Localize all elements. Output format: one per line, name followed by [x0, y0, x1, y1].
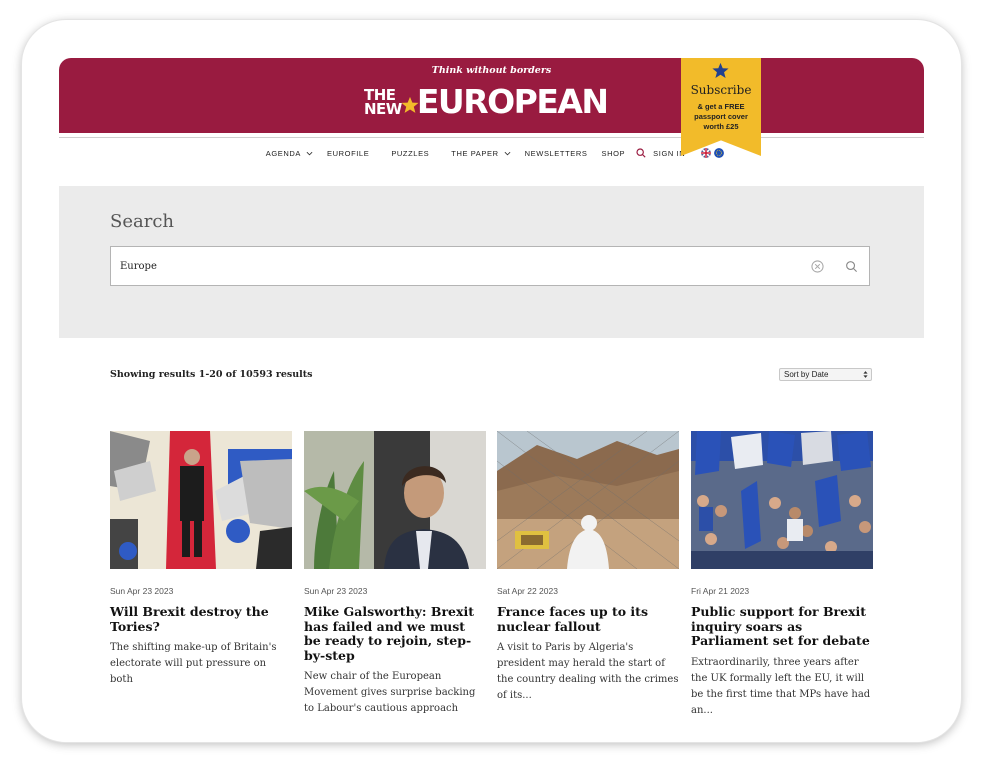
- search-heading: Search: [110, 211, 174, 232]
- article-summary: The shifting make-up of Britain's electo…: [110, 642, 277, 685]
- nav-label: EUROFILE: [327, 148, 370, 158]
- search-section: Search: [59, 186, 924, 338]
- logo-european: EUROPEAN: [416, 82, 609, 121]
- article-date: Sun Apr 23 2023: [110, 586, 174, 596]
- star-icon: [712, 62, 729, 78]
- nav-label: AGENDA: [265, 148, 301, 158]
- select-arrows-icon: [863, 371, 868, 378]
- website: Think without borders THE NEW EUROPEAN S…: [59, 58, 924, 742]
- nav-item-agenda[interactable]: AGENDA: [266, 149, 313, 158]
- eu-flag-icon[interactable]: [714, 148, 725, 158]
- subscribe-banner[interactable]: Subscribe & get a FREE passport cover wo…: [681, 58, 761, 156]
- nav-item-shop[interactable]: SHOP: [602, 149, 626, 158]
- article-image[interactable]: [691, 431, 873, 569]
- article-image[interactable]: [304, 431, 486, 569]
- main-nav: AGENDA EUROFILE PUZZLES THE PAPER NEWSLE…: [59, 146, 924, 160]
- site-header: Think without borders THE NEW EUROPEAN: [59, 58, 924, 133]
- sort-select[interactable]: Sort by Date: [779, 368, 872, 381]
- sort-label: Sort by Date: [784, 370, 829, 379]
- subscribe-offer-line: passport cover: [694, 112, 748, 121]
- nav-label: THE PAPER: [451, 148, 499, 158]
- nav-item-newsletters[interactable]: NEWSLETTERS: [525, 149, 588, 158]
- subscribe-offer: & get a FREE passport cover worth £25: [685, 102, 757, 132]
- article-summary: A visit to Paris by Algeria's president …: [497, 642, 679, 701]
- article-date: Fri Apr 21 2023: [691, 586, 750, 596]
- language-switcher[interactable]: [698, 148, 725, 158]
- article-card[interactable]: Sat Apr 22 2023 France faces up to its n…: [497, 431, 679, 704]
- site-logo[interactable]: THE NEW EUROPEAN: [364, 82, 609, 121]
- search-input[interactable]: [120, 258, 770, 274]
- clear-search-icon[interactable]: [811, 260, 824, 273]
- article-summary: Extraordinarily, three years after the U…: [691, 656, 871, 716]
- search-icon[interactable]: [636, 148, 646, 158]
- tagline: Think without borders: [431, 65, 552, 76]
- article-card[interactable]: Sun Apr 23 2023 Will Brexit destroy the …: [110, 431, 292, 688]
- nav-item-puzzles[interactable]: PUZZLES: [391, 149, 429, 158]
- results-count: Showing results 1-20 of 10593 results: [110, 369, 313, 380]
- article-date: Sun Apr 23 2023: [304, 586, 368, 596]
- article-title[interactable]: Will Brexit destroy the Tories?: [110, 604, 292, 634]
- sign-in-label: SIGN IN: [653, 148, 686, 158]
- search-box: [110, 246, 870, 286]
- nav-label: PUZZLES: [391, 148, 430, 158]
- search-icon[interactable]: [845, 260, 858, 273]
- nav-label: SHOP: [601, 148, 626, 158]
- subscribe-offer-line: & get a FREE: [697, 102, 745, 111]
- article-card[interactable]: Fri Apr 21 2023 Public support for Brexi…: [691, 431, 873, 719]
- article-card[interactable]: Sun Apr 23 2023 Mike Galsworthy: Brexit …: [304, 431, 486, 717]
- logo-the-new: THE NEW: [364, 88, 402, 118]
- subscribe-title: Subscribe: [690, 83, 752, 97]
- logo-new: NEW: [364, 100, 402, 118]
- nav-item-the-paper[interactable]: THE PAPER: [451, 148, 511, 158]
- device-frame: Think without borders THE NEW EUROPEAN S…: [22, 20, 961, 742]
- portrait-photo: [304, 431, 486, 569]
- nav-label: NEWSLETTERS: [524, 148, 588, 158]
- chevron-down-icon: [504, 151, 511, 155]
- chevron-down-icon: [306, 151, 313, 155]
- article-image[interactable]: [110, 431, 292, 569]
- uk-flag-icon[interactable]: [701, 148, 712, 158]
- nav-item-eurofile[interactable]: EUROFILE: [327, 149, 369, 158]
- article-date: Sat Apr 22 2023: [497, 586, 558, 596]
- protest-crowd-photo: [691, 431, 873, 569]
- desert-photo: [497, 431, 679, 569]
- subscribe-offer-line: worth £25: [703, 122, 739, 131]
- article-title[interactable]: Public support for Brexit inquiry soars …: [691, 604, 873, 649]
- article-title[interactable]: France faces up to its nuclear fallout: [497, 604, 679, 634]
- collage-image: [110, 431, 292, 569]
- sign-in-link[interactable]: SIGN IN: [653, 149, 685, 158]
- article-title[interactable]: Mike Galsworthy: Brexit has failed and w…: [304, 604, 486, 663]
- article-image[interactable]: [497, 431, 679, 569]
- header-rule: [59, 137, 924, 138]
- logo-star-icon: [401, 96, 419, 113]
- article-summary: New chair of the European Movement gives…: [304, 671, 476, 714]
